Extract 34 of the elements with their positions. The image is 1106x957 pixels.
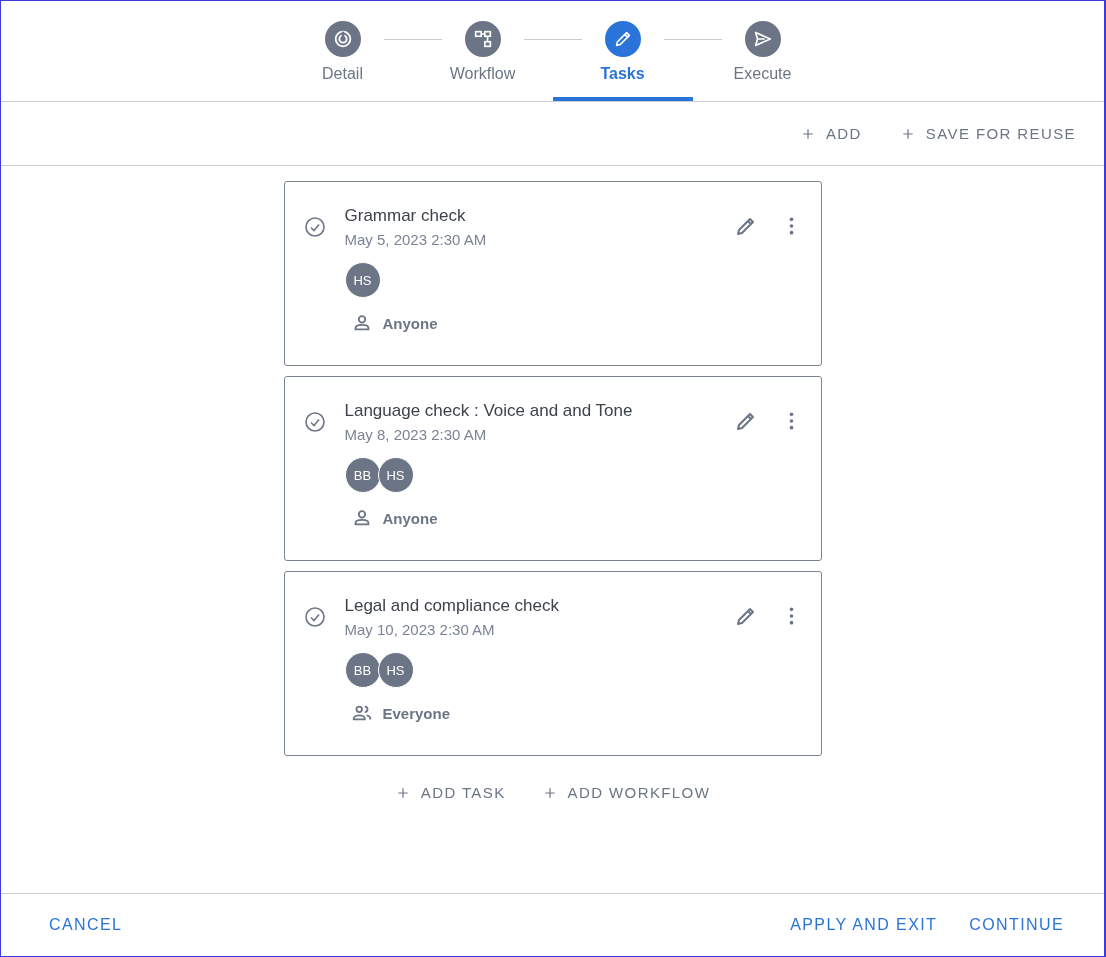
assignee-label: Anyone bbox=[382, 509, 438, 527]
footer-button[interactable]: APPLY AND EXIT bbox=[790, 916, 938, 934]
task-title: Language check : Voice and and Tone bbox=[344, 401, 633, 421]
more-button[interactable] bbox=[787, 606, 795, 626]
step-tab[interactable]: Detail bbox=[272, 1, 413, 101]
add-button[interactable]: ADD WORKFLOW bbox=[541, 784, 711, 801]
avatar: BB bbox=[344, 652, 381, 688]
avatar: BB bbox=[344, 457, 381, 493]
step-tab[interactable]: Tasks bbox=[552, 1, 693, 101]
check-circle-icon bbox=[302, 215, 327, 239]
step-tab[interactable]: Execute bbox=[692, 1, 833, 101]
avatar: HS bbox=[377, 652, 414, 688]
check-circle-icon bbox=[302, 410, 327, 434]
toolbar-button[interactable]: ADD bbox=[799, 125, 862, 142]
task-date: May 10, 2023 2:30 AM bbox=[344, 621, 495, 638]
footer-button[interactable]: CONTINUE bbox=[969, 916, 1064, 934]
more-button[interactable] bbox=[787, 216, 795, 236]
assignee-label: Everyone bbox=[382, 704, 451, 722]
add-button[interactable]: ADD TASK bbox=[394, 784, 506, 801]
check-circle-icon bbox=[302, 605, 327, 629]
task-date: May 8, 2023 2:30 AM bbox=[344, 426, 487, 443]
task-title: Legal and compliance check bbox=[344, 596, 560, 616]
toolbar-button[interactable]: SAVE FOR REUSE bbox=[899, 125, 1076, 142]
more-button[interactable] bbox=[787, 411, 795, 431]
kebab-menu-icon bbox=[787, 411, 795, 431]
task-date: May 5, 2023 2:30 AM bbox=[344, 231, 487, 248]
avatar: HS bbox=[377, 457, 414, 493]
kebab-menu-icon bbox=[787, 606, 795, 626]
step-tab[interactable]: Workflow bbox=[412, 1, 553, 101]
avatar: HS bbox=[344, 262, 381, 298]
kebab-menu-icon bbox=[787, 216, 795, 236]
cancel-button[interactable]: CANCEL bbox=[49, 916, 123, 934]
assignee-label: Anyone bbox=[382, 314, 438, 332]
task-title: Grammar check bbox=[344, 206, 466, 226]
